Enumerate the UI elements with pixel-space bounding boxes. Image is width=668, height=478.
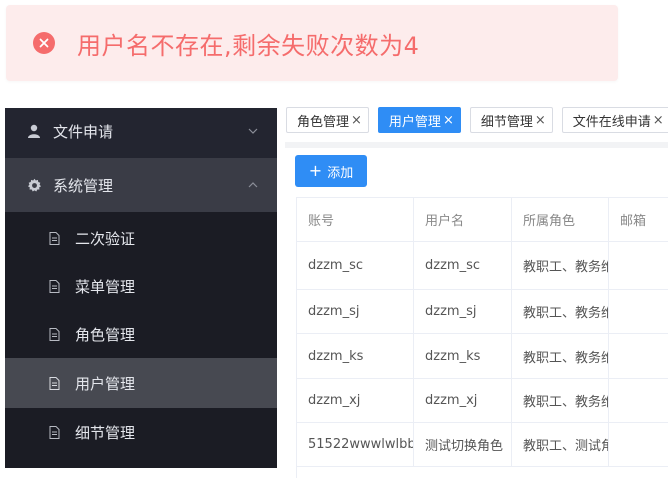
tab-user-management[interactable]: 用户管理 × xyxy=(377,107,461,133)
column-header-role[interactable]: 所属角色 xyxy=(512,198,609,242)
add-button-label: 添加 xyxy=(327,165,354,181)
sidebar-item-system-management[interactable]: 系统管理 xyxy=(5,158,277,212)
tab-label: 角色管理 xyxy=(297,114,350,130)
sidebar-item-role-management[interactable]: 角色管理 xyxy=(5,310,277,358)
toast-message: 用户名不存在,剩余失败次数为4 xyxy=(77,31,420,60)
content-card: + 添加 账号 用户名 所属角色 邮箱 dzzm_sc dzzm_sc 教职工、… xyxy=(285,148,668,478)
table-cell: 教职工、教务维护 xyxy=(512,379,609,423)
document-icon xyxy=(49,231,69,245)
main-content: + 添加 账号 用户名 所属角色 邮箱 dzzm_sc dzzm_sc 教职工、… xyxy=(285,142,668,478)
table-cell: dzzm_xj xyxy=(297,379,414,423)
column-header-email[interactable]: 邮箱 xyxy=(609,198,668,242)
table-cell xyxy=(609,379,668,423)
table-cell: dzzm_sc xyxy=(297,242,414,290)
tab-label: 细节管理 xyxy=(480,114,533,130)
close-icon[interactable]: × xyxy=(351,113,362,128)
sidebar-item-label: 系统管理 xyxy=(53,176,114,195)
sidebar-item-label: 二次验证 xyxy=(75,229,136,248)
tab-file-online-apply[interactable]: 文件在线申请 × xyxy=(561,107,668,133)
table-cell: dzzm_sc xyxy=(414,242,512,290)
sidebar-item-label: 文件申请 xyxy=(53,122,114,141)
table-cell: 51522wwwlwlbb xyxy=(297,423,414,467)
chevron-up-icon xyxy=(248,182,258,188)
column-header-account[interactable]: 账号 xyxy=(297,198,414,242)
gear-icon xyxy=(27,178,47,193)
sidebar-item-menu-management[interactable]: 菜单管理 xyxy=(5,262,277,310)
table-cell: dzzm_sj xyxy=(297,290,414,334)
tab-detail-management[interactable]: 细节管理 × xyxy=(469,107,553,133)
document-icon xyxy=(49,376,69,390)
close-icon[interactable]: × xyxy=(653,113,664,128)
sidebar: 文件申请 系统管理 二次验证 菜单管理 角色管理 用户管理 细节管理 xyxy=(5,108,277,468)
error-toast: 用户名不存在,剩余失败次数为4 xyxy=(6,5,618,81)
table-cell: 教职工、测试角色 xyxy=(512,423,609,467)
close-icon[interactable]: × xyxy=(535,113,546,128)
sidebar-item-label: 用户管理 xyxy=(75,374,136,393)
close-icon[interactable]: × xyxy=(443,113,454,128)
document-icon xyxy=(49,327,69,341)
users-table: 账号 用户名 所属角色 邮箱 dzzm_sc dzzm_sc 教职工、教务维护 … xyxy=(296,197,668,478)
error-circle-icon xyxy=(33,32,55,54)
add-button[interactable]: + 添加 xyxy=(295,155,367,187)
table-cell xyxy=(609,290,668,334)
table-cell: 测试切换角色 xyxy=(414,423,512,467)
tabs-bar: 角色管理 × 用户管理 × 细节管理 × 文件在线申请 × xyxy=(286,107,668,133)
table-cell: 教职工、教务维护 xyxy=(512,242,609,290)
table-cell: 教职工、教务维护 xyxy=(512,290,609,334)
document-icon xyxy=(49,425,69,439)
sidebar-item-label: 菜单管理 xyxy=(75,277,136,296)
tab-role-management[interactable]: 角色管理 × xyxy=(286,107,369,133)
table-cell xyxy=(609,242,668,290)
user-icon xyxy=(27,124,47,138)
table-cell xyxy=(609,423,668,467)
plus-icon: + xyxy=(308,161,323,180)
chevron-down-icon xyxy=(248,128,258,134)
table-cell: dzzm_ks xyxy=(414,334,512,379)
table-cell: 教职工、教务维护 xyxy=(512,334,609,379)
sidebar-item-detail-management[interactable]: 细节管理 xyxy=(5,408,277,456)
table-cell: dzzm_sj xyxy=(414,290,512,334)
table-cell: dzzm_xj xyxy=(414,379,512,423)
column-header-username[interactable]: 用户名 xyxy=(414,198,512,242)
tab-label: 用户管理 xyxy=(388,114,441,130)
table-cell xyxy=(609,334,668,379)
tab-label: 文件在线申请 xyxy=(572,114,651,130)
sidebar-item-user-management[interactable]: 用户管理 xyxy=(5,358,277,408)
sidebar-item-file-apply[interactable]: 文件申请 xyxy=(5,108,277,154)
sidebar-item-two-factor[interactable]: 二次验证 xyxy=(5,214,277,262)
document-icon xyxy=(49,279,69,293)
sidebar-item-label: 角色管理 xyxy=(75,325,136,344)
sidebar-item-label: 细节管理 xyxy=(75,423,136,442)
table-cell: dzzm_ks xyxy=(297,334,414,379)
